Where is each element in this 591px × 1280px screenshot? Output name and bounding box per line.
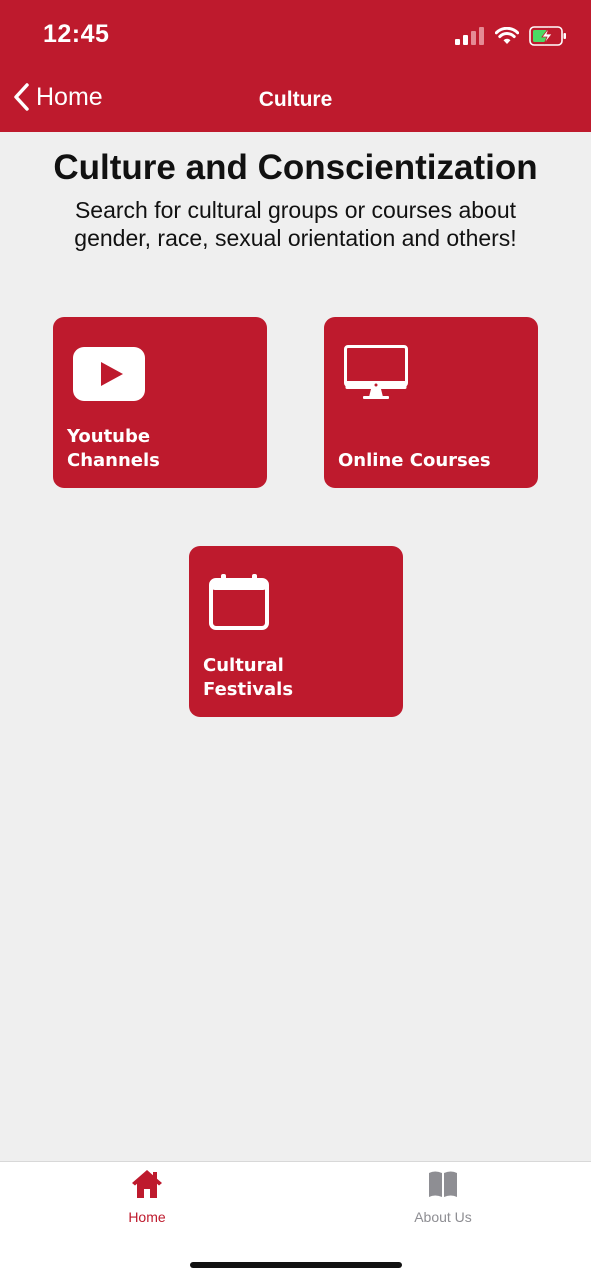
screen-title: Culture (258, 88, 333, 111)
tab-about-us[interactable]: About Us (373, 1168, 513, 1225)
status-time: 12:45 (43, 20, 110, 48)
tab-label: About Us (414, 1209, 472, 1225)
page-subtitle: Search for cultural groups or courses ab… (74, 197, 517, 251)
youtube-icon (73, 347, 145, 401)
navigation-header: 12:45 Home Culture (0, 0, 591, 132)
tile-label: Online Courses (338, 450, 491, 471)
tab-home[interactable]: Home (77, 1168, 217, 1225)
tile-label: Cultural Festivals (203, 655, 294, 700)
home-indicator (190, 1262, 402, 1268)
online-courses-tile[interactable]: Online Courses (324, 317, 538, 488)
tab-bar: Home About Us (0, 1161, 591, 1280)
tile-label: Youtube Channels (67, 426, 160, 471)
wifi-icon (495, 27, 519, 44)
home-icon (132, 1170, 162, 1198)
page-heading: Culture and Conscientization (53, 148, 538, 187)
status-indicators (455, 24, 567, 48)
cellular-signal-icon (455, 27, 484, 45)
book-icon (429, 1171, 457, 1197)
youtube-channels-tile[interactable]: Youtube Channels (53, 317, 267, 488)
tab-label: Home (128, 1209, 166, 1225)
content-area: Culture and Conscientization Search for … (0, 132, 591, 1162)
calendar-icon (209, 574, 269, 630)
cultural-festivals-tile[interactable]: Cultural Festivals (189, 546, 403, 717)
monitor-icon (344, 345, 408, 399)
battery-charging-icon (529, 26, 566, 46)
